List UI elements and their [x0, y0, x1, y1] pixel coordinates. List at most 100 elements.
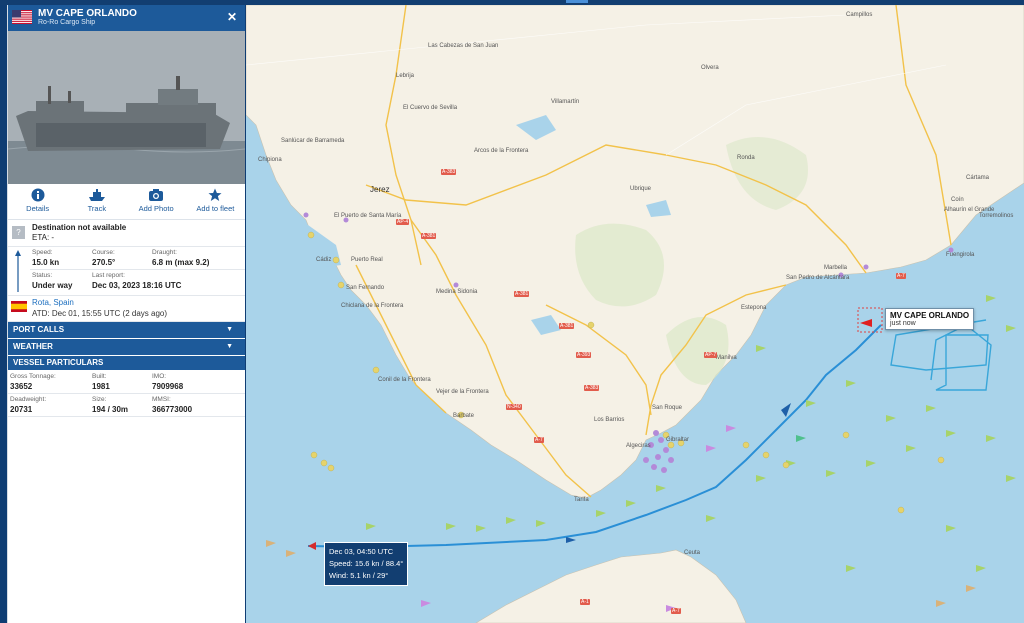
place-label: El Puerto de Santa María: [334, 213, 402, 219]
place-label: Olvera: [701, 65, 719, 71]
course: 270.5°: [92, 258, 116, 267]
particulars-row-1: Gross Tonnage: 33652 Built: 1981 IMO: 79…: [8, 371, 245, 394]
place-label: San Fernando: [346, 285, 385, 291]
vessel-panel-header: MV CAPE ORLANDO Ro-Ro Cargo Ship ✕: [8, 5, 245, 31]
place-label: Ronda: [737, 155, 755, 161]
destination-row: ? Destination not available ETA: -: [8, 220, 245, 247]
place-label: Conil de la Frontera: [378, 377, 431, 383]
info-icon: [31, 188, 45, 202]
place-label: Campillos: [846, 12, 873, 18]
port-link[interactable]: Rota, Spain: [32, 298, 74, 307]
track-button[interactable]: Track: [67, 184, 126, 219]
spain-flag-icon: [11, 301, 27, 312]
active-tab-indicator[interactable]: [566, 0, 588, 3]
road-badge: A-381: [559, 323, 575, 329]
atd: ATD: Dec 01, 15:55 UTC (2 days ago): [32, 309, 168, 318]
built: 1981: [92, 382, 110, 391]
place-label: Barbate: [453, 413, 475, 419]
road-badge: A-383: [584, 385, 600, 391]
vessel-actions: Details Track Add Photo Add to fleet: [8, 184, 245, 220]
mmsi: 366773000: [152, 405, 193, 414]
vessel-map-time: just now: [890, 320, 916, 327]
imo: 7909968: [152, 382, 184, 391]
track-arrow: [781, 403, 791, 417]
place-label: Torremolinos: [979, 213, 1014, 219]
vessel-track-loops: [890, 319, 992, 391]
star-icon: [208, 188, 222, 201]
place-label: Algeciras: [626, 443, 651, 449]
status-label: Status:: [32, 272, 53, 279]
voyage-data: Speed: 15.0 kn Course: 270.5° Draught: 6…: [8, 247, 245, 296]
course-label: Course:: [92, 249, 115, 256]
place-label: Ubrique: [630, 186, 652, 192]
vessel-particulars-section[interactable]: VESSEL PARTICULARS: [8, 356, 245, 371]
place-label: Medina Sidonia: [436, 289, 478, 295]
place-label: Las Cabezas de San Juan: [428, 43, 499, 49]
track-label: Track: [87, 204, 107, 213]
place-label: Manilva: [716, 355, 737, 361]
last-report: Dec 03, 2023 18:16 UTC: [92, 281, 182, 290]
details-label: Details: [26, 204, 50, 213]
vessel-map-label[interactable]: MV CAPE ORLANDO just now: [885, 308, 975, 330]
place-label: Gibraltar: [666, 437, 690, 443]
land-morocco: [475, 549, 747, 623]
road-badge: A-7: [534, 437, 544, 443]
place-label: Ceuta: [684, 550, 701, 556]
place-label: Arcos de la Frontera: [474, 148, 529, 154]
vessel-panel: MV CAPE ORLANDO Ro-Ro Cargo Ship ✕ Detai…: [7, 5, 245, 623]
place-label: Cádiz: [316, 257, 332, 263]
size: 194 / 30m: [92, 405, 129, 414]
vessel-photo[interactable]: [8, 31, 245, 184]
vessel-type: Ro-Ro Cargo Ship: [38, 19, 96, 26]
place-label: Puerto Real: [351, 257, 383, 263]
place-label: Lebrija: [396, 73, 415, 79]
speed-label: Speed:: [32, 249, 53, 256]
deadweight-label: Deadweight:: [10, 396, 47, 403]
port-calls-label: PORT CALLS: [13, 325, 65, 334]
map-view[interactable]: Lebrija Las Cabezas de San Juan Villamar…: [246, 5, 1024, 623]
place-label: Vejer de la Frontera: [436, 389, 489, 395]
imo-label: IMO:: [152, 373, 167, 380]
chevron-down-icon: ▼: [226, 326, 233, 333]
details-button[interactable]: Details: [8, 184, 67, 219]
place-label: Fuengirola: [946, 252, 975, 258]
unknown-destination-icon: ?: [12, 226, 25, 239]
speed: 15.0 kn: [32, 258, 60, 267]
place-label: Los Barrios: [594, 417, 625, 423]
chevron-down-icon: ▼: [226, 343, 233, 350]
draught: 6.8 m (max 9.2): [152, 258, 210, 267]
departure-row: Rota, Spain ATD: Dec 01, 15:55 UTC (2 da…: [8, 296, 245, 322]
status: Under way: [32, 281, 73, 290]
vessel-particulars-label: VESSEL PARTICULARS: [13, 358, 104, 367]
road-badge: A-393: [576, 352, 592, 358]
selected-vessel-icon: [860, 319, 872, 327]
place-label: Jerez: [370, 185, 390, 194]
place-label: Chipiona: [258, 157, 282, 163]
road-badge: A-383: [441, 169, 457, 175]
road-badge: A-381: [514, 291, 530, 297]
weather-section[interactable]: WEATHER ▼: [8, 339, 245, 356]
last-report-label: Last report:: [92, 272, 125, 279]
add-to-fleet-button[interactable]: Add to fleet: [186, 184, 245, 219]
place-label: Sanlúcar de Barrameda: [281, 138, 345, 144]
place-label: Chiclana de la Frontera: [341, 303, 404, 309]
weather-label: WEATHER: [13, 342, 53, 351]
gross-tonnage: 33652: [10, 382, 33, 391]
draught-label: Draught:: [152, 249, 177, 256]
gross-tonnage-label: Gross Tonnage:: [10, 373, 56, 380]
place-label: Coín: [951, 197, 964, 203]
us-flag-icon: [12, 10, 32, 24]
camera-icon: [149, 189, 164, 201]
add-photo-button[interactable]: Add Photo: [127, 184, 186, 219]
road-badge: AP-7: [704, 352, 718, 358]
track-tip-time: Dec 03, 04:50 UTC: [329, 547, 394, 556]
port-calls-section[interactable]: PORT CALLS ▼: [8, 322, 245, 339]
road-badge: A-7: [896, 273, 906, 279]
place-label: Estepona: [741, 305, 767, 311]
place-label: Tarifa: [574, 497, 589, 503]
place-label: San Pedro de Alcántara: [786, 275, 850, 281]
place-label: Marbella: [824, 265, 848, 271]
destination: Destination not available: [32, 223, 127, 232]
add-photo-label: Add Photo: [138, 204, 174, 213]
close-icon[interactable]: ✕: [227, 10, 237, 24]
